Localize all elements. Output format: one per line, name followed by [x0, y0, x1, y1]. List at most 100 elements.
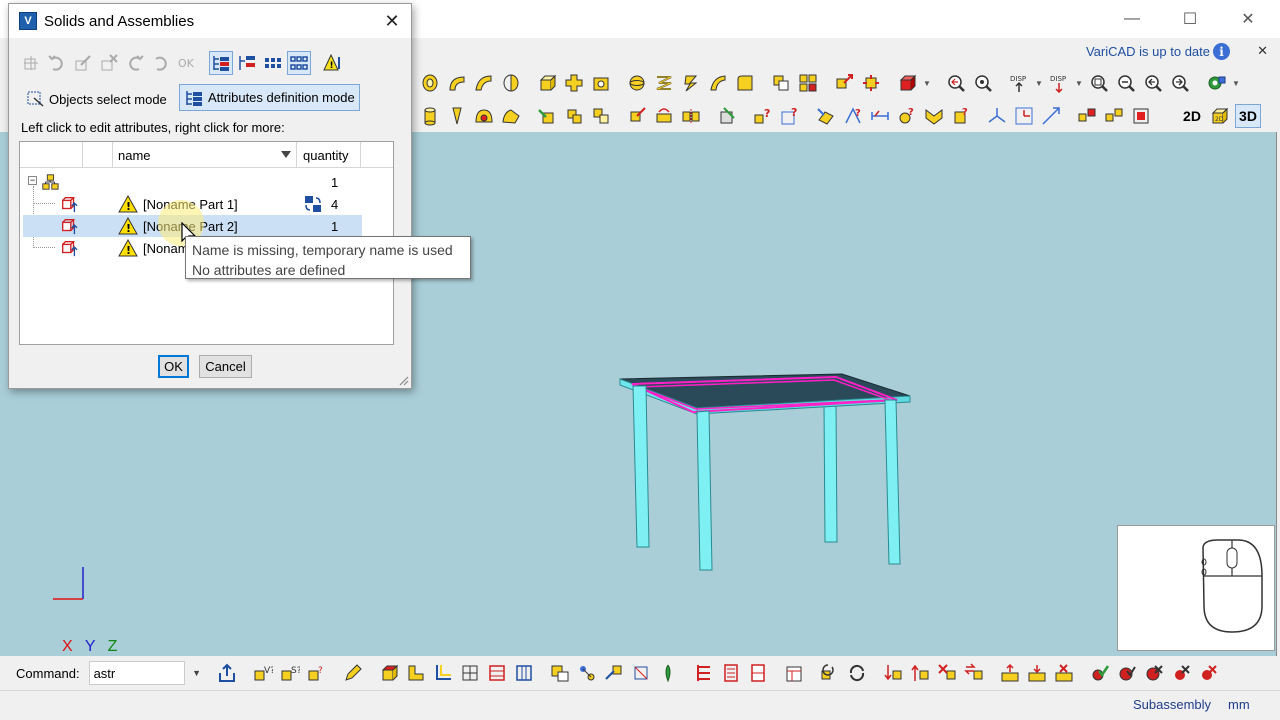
connect-button[interactable] — [602, 661, 626, 685]
half-cylinder-tool-button[interactable] — [499, 71, 523, 95]
volume-button[interactable]: ? — [949, 104, 973, 128]
swap-part-button[interactable] — [962, 661, 986, 685]
delete-part-button[interactable] — [97, 51, 121, 75]
transform-button[interactable] — [625, 104, 649, 128]
bom-button[interactable] — [548, 661, 572, 685]
mirror-solid-button[interactable] — [679, 104, 703, 128]
zoom-out-button[interactable] — [1114, 71, 1138, 95]
settings-dropdown[interactable]: ▼ — [1231, 71, 1241, 95]
ok-button[interactable]: OK — [158, 355, 189, 378]
query-surface-button[interactable]: S? — [278, 661, 302, 685]
undo-alt-button[interactable] — [149, 51, 173, 75]
command-dropdown-icon[interactable]: ▼ — [190, 661, 204, 685]
close-button[interactable]: ✕ — [1228, 6, 1268, 32]
sweep-tool-button[interactable] — [472, 71, 496, 95]
sphere-tool-button[interactable] — [625, 71, 649, 95]
display-up-dropdown[interactable]: ▼ — [1034, 71, 1044, 95]
move-up-button[interactable] — [908, 661, 932, 685]
attach-button[interactable] — [629, 661, 653, 685]
list-view-button[interactable] — [261, 51, 285, 75]
view-3d-button[interactable]: 3D — [1235, 104, 1261, 128]
ungroup-button[interactable] — [1102, 104, 1126, 128]
clear-all-button[interactable] — [1196, 661, 1220, 685]
export-button[interactable] — [215, 661, 239, 685]
tree-view-button[interactable] — [209, 51, 233, 75]
column-header-quantity[interactable]: quantity — [297, 142, 361, 168]
assembly-remove-button[interactable] — [1052, 661, 1076, 685]
coordinate-system-button[interactable] — [985, 104, 1009, 128]
red-grid-button[interactable] — [485, 661, 509, 685]
view-2d-3d-button[interactable]: 2D — [1208, 104, 1232, 128]
spring-tool-button[interactable] — [652, 71, 676, 95]
display-down-dropdown[interactable]: ▼ — [1074, 71, 1084, 95]
copy-tool-button[interactable] — [859, 71, 883, 95]
resize-grip-icon[interactable] — [397, 374, 409, 386]
wedge-solid-button[interactable] — [445, 104, 469, 128]
pin-button[interactable] — [656, 661, 680, 685]
tree-expand-button[interactable] — [235, 51, 259, 75]
pan-right-button[interactable] — [1168, 71, 1192, 95]
cylinder-solid-button[interactable] — [418, 104, 442, 128]
info-icon[interactable]: i — [1213, 43, 1230, 60]
maximize-button[interactable]: ☐ — [1170, 6, 1210, 32]
undo-button[interactable] — [45, 51, 69, 75]
helix-tool-button[interactable] — [679, 71, 703, 95]
red-box-tool-button[interactable] — [895, 71, 919, 95]
grid-view-button[interactable] — [287, 51, 311, 75]
array-tool-button[interactable] — [796, 71, 820, 95]
tree-row-assembly[interactable]: − 1 — [23, 171, 362, 193]
zoom-all-button[interactable] — [1087, 71, 1111, 95]
box-add-tool-button[interactable] — [535, 71, 559, 95]
minimize-button[interactable]: — — [1112, 6, 1152, 32]
zoom-window-button[interactable] — [971, 71, 995, 95]
cancel-button[interactable]: Cancel — [199, 355, 252, 378]
align-button[interactable] — [1039, 104, 1063, 128]
torus-solid-button[interactable] — [472, 104, 496, 128]
boolean-tool-button[interactable] — [769, 71, 793, 95]
objects-select-mode-button[interactable]: Objects select mode — [21, 86, 171, 112]
cross-tool-button[interactable] — [562, 71, 586, 95]
move-tool-button[interactable] — [832, 71, 856, 95]
profile-button[interactable] — [431, 661, 455, 685]
clear-button[interactable] — [1169, 661, 1193, 685]
insert-solid-button[interactable] — [535, 104, 559, 128]
redo-button[interactable] — [123, 51, 147, 75]
revolve-tool-button[interactable] — [445, 71, 469, 95]
angle-button[interactable]: ? — [895, 104, 919, 128]
delete-solid-button[interactable] — [715, 104, 739, 128]
display-up-button[interactable]: DISP — [1007, 71, 1031, 95]
pipe-button[interactable] — [404, 661, 428, 685]
hatch-button[interactable] — [458, 661, 482, 685]
update-button[interactable] — [845, 661, 869, 685]
vertex-select-button[interactable]: ? — [841, 104, 865, 128]
display-down-button[interactable]: DISP — [1047, 71, 1071, 95]
query-solid-button[interactable]: V? — [251, 661, 275, 685]
remove-part-button[interactable] — [935, 661, 959, 685]
solid-info-button[interactable]: ? — [751, 104, 775, 128]
group-button[interactable] — [1075, 104, 1099, 128]
column-header-status[interactable] — [83, 142, 113, 168]
insert-assembly-button[interactable] — [589, 104, 613, 128]
check-button[interactable] — [1088, 661, 1112, 685]
edit-part-button[interactable] — [71, 51, 95, 75]
move-part-button[interactable] — [19, 51, 43, 75]
part-insert-button[interactable] — [692, 661, 716, 685]
explode-button[interactable] — [1129, 104, 1153, 128]
surface-button[interactable] — [922, 104, 946, 128]
uncheck-button[interactable] — [1142, 661, 1166, 685]
assembly-up-button[interactable] — [998, 661, 1022, 685]
refresh-button[interactable] — [818, 661, 842, 685]
loft-tool-button[interactable] — [589, 71, 613, 95]
extrude-tool-button[interactable] — [418, 71, 442, 95]
bend-tool-button[interactable] — [706, 71, 730, 95]
pan-left-button[interactable] — [1141, 71, 1165, 95]
pencil-tool-button[interactable] — [341, 661, 365, 685]
ok-check-button[interactable]: OK — [175, 51, 199, 75]
rounded-box-tool-button[interactable] — [733, 71, 757, 95]
solid-box-button[interactable] — [377, 661, 401, 685]
frame-info-button[interactable]: ? — [778, 104, 802, 128]
edge-select-button[interactable] — [814, 104, 838, 128]
collapse-icon[interactable]: − — [28, 176, 37, 185]
red-box-dropdown[interactable]: ▼ — [922, 71, 932, 95]
check-red-button[interactable] — [1115, 661, 1139, 685]
